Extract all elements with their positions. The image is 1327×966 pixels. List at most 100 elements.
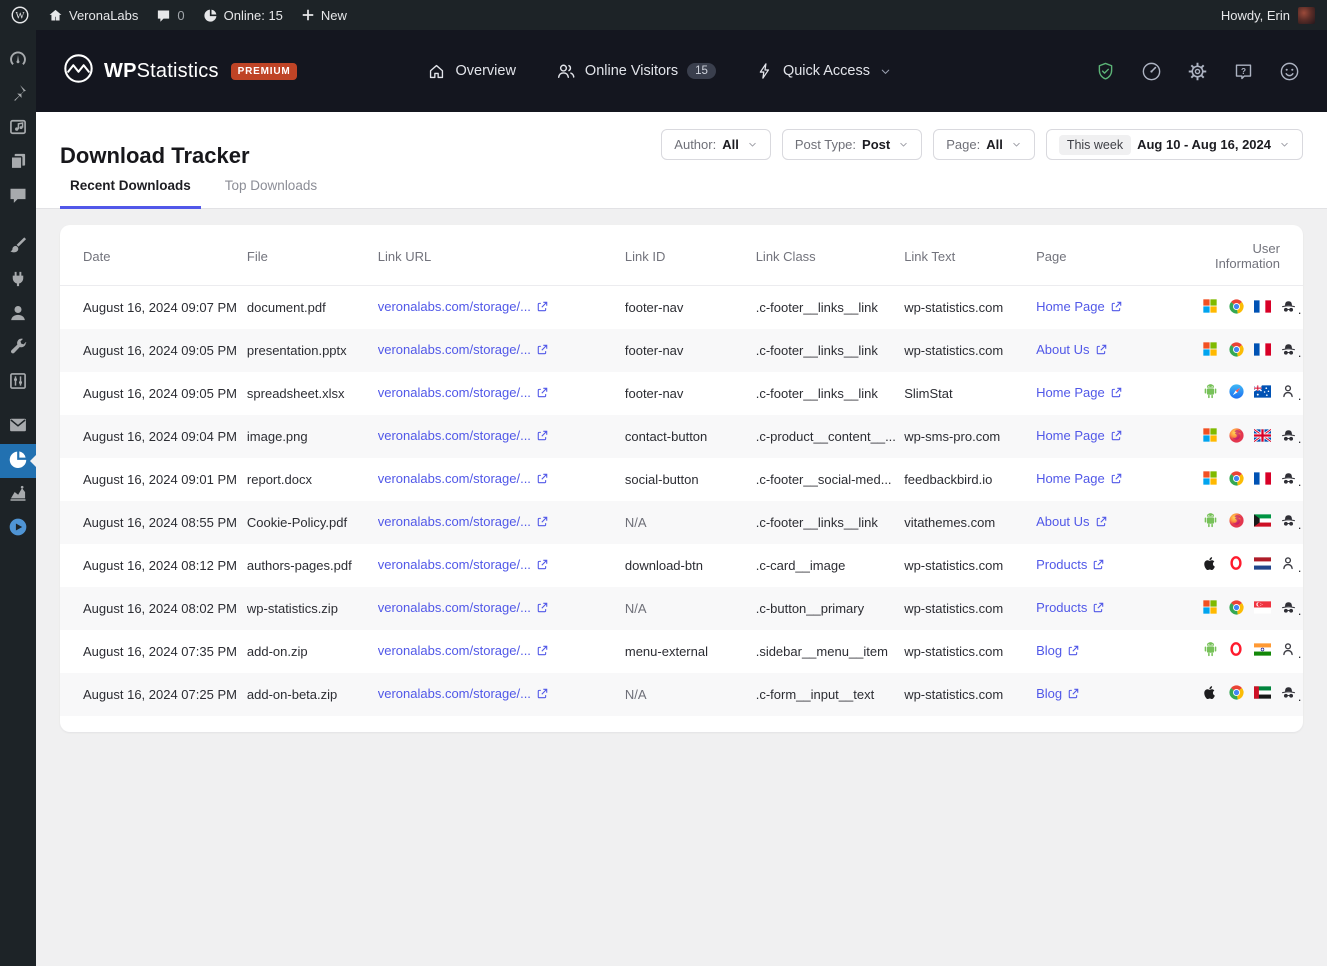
external-link-icon[interactable] (536, 687, 549, 703)
gauge-meter-icon[interactable] (1141, 61, 1162, 82)
incognito-icon[interactable] (1280, 341, 1297, 358)
chrome-browser-icon[interactable] (1228, 599, 1245, 616)
link-url-link[interactable]: veronalabs.com/storage/... (378, 557, 531, 572)
chrome-browser-icon[interactable] (1228, 298, 1245, 315)
link-url-link[interactable]: veronalabs.com/storage/... (378, 686, 531, 701)
tab-recent-downloads[interactable]: Recent Downloads (60, 178, 201, 209)
firefox-browser-icon[interactable] (1228, 427, 1245, 444)
android-os-icon[interactable] (1202, 641, 1219, 658)
sidebar-item-wp-statistics[interactable] (0, 444, 36, 478)
android-os-icon[interactable] (1202, 383, 1219, 400)
shield-check-icon[interactable] (1095, 61, 1116, 82)
opera-browser-icon[interactable] (1228, 555, 1245, 572)
chrome-browser-icon[interactable] (1228, 470, 1245, 487)
safari-browser-icon[interactable] (1228, 383, 1245, 400)
sidebar-item-comments[interactable] (0, 180, 36, 214)
sidebar-item-mail[interactable] (0, 410, 36, 444)
netherlands-flag-icon[interactable] (1254, 555, 1272, 572)
singapore-flag-icon[interactable] (1254, 599, 1272, 616)
sidebar-item-appearance[interactable] (0, 230, 36, 264)
nav-item-online-visitors[interactable]: Online Visitors 15 (556, 61, 716, 81)
uae-flag-icon[interactable] (1254, 684, 1272, 701)
page-link[interactable]: About Us (1036, 514, 1089, 529)
link-url-link[interactable]: veronalabs.com/storage/... (378, 600, 531, 615)
sidebar-item-dashboard[interactable] (0, 44, 36, 78)
windows-os-icon[interactable] (1202, 599, 1219, 616)
link-url-link[interactable]: veronalabs.com/storage/... (378, 514, 531, 529)
page-link[interactable]: Blog (1036, 686, 1062, 701)
nav-item-quick-access[interactable]: Quick Access (756, 62, 892, 80)
external-link-icon[interactable] (1092, 601, 1105, 617)
external-link-icon[interactable] (536, 472, 549, 488)
external-link-icon[interactable] (1092, 558, 1105, 574)
incognito-icon[interactable] (1280, 684, 1297, 701)
external-link-icon[interactable] (1095, 343, 1108, 359)
external-link-icon[interactable] (1095, 515, 1108, 531)
incognito-icon[interactable] (1280, 427, 1297, 444)
sidebar-item-plugins[interactable] (0, 264, 36, 298)
external-link-icon[interactable] (1067, 687, 1080, 703)
wordpress-logo-icon[interactable]: W (10, 5, 30, 25)
windows-os-icon[interactable] (1202, 341, 1219, 358)
page-link[interactable]: Products (1036, 557, 1087, 572)
page-link[interactable]: About Us (1036, 342, 1089, 357)
external-link-icon[interactable] (1110, 386, 1123, 402)
windows-os-icon[interactable] (1202, 298, 1219, 315)
page-filter[interactable]: Page: All (933, 129, 1035, 160)
nav-item-overview[interactable]: Overview (427, 62, 516, 81)
apple-os-icon[interactable] (1202, 684, 1219, 701)
incognito-icon[interactable] (1280, 298, 1297, 315)
new-menu-item[interactable]: New (301, 8, 347, 23)
france-flag-icon[interactable] (1254, 298, 1272, 315)
link-url-link[interactable]: veronalabs.com/storage/... (378, 428, 531, 443)
sidebar-item-analytics[interactable] (0, 478, 36, 512)
sidebar-item-pages[interactable] (0, 146, 36, 180)
author-filter[interactable]: Author: All (661, 129, 771, 160)
comments-menu-item[interactable]: 0 (156, 8, 185, 23)
link-url-link[interactable]: veronalabs.com/storage/... (378, 342, 531, 357)
date-range-filter[interactable]: This week Aug 10 - Aug 16, 2024 (1045, 129, 1303, 160)
page-link[interactable]: Blog (1036, 643, 1062, 658)
sidebar-item-posts[interactable] (0, 78, 36, 112)
kuwait-flag-icon[interactable] (1254, 512, 1272, 529)
android-os-icon[interactable] (1202, 512, 1219, 529)
firefox-browser-icon[interactable] (1228, 512, 1245, 529)
external-link-icon[interactable] (536, 644, 549, 660)
external-link-icon[interactable] (1110, 472, 1123, 488)
australia-flag-icon[interactable] (1254, 383, 1272, 400)
link-url-link[interactable]: veronalabs.com/storage/... (378, 299, 531, 314)
sidebar-item-media[interactable] (0, 112, 36, 146)
external-link-icon[interactable] (536, 601, 549, 617)
page-link[interactable]: Home Page (1036, 471, 1105, 486)
sidebar-item-tools[interactable] (0, 332, 36, 366)
external-link-icon[interactable] (536, 343, 549, 359)
uk-flag-icon[interactable] (1254, 427, 1272, 444)
page-link[interactable]: Products (1036, 600, 1087, 615)
windows-os-icon[interactable] (1202, 427, 1219, 444)
page-link[interactable]: Home Page (1036, 299, 1105, 314)
sidebar-item-tutorials[interactable] (0, 512, 36, 546)
chrome-browser-icon[interactable] (1228, 341, 1245, 358)
site-menu-item[interactable]: VeronaLabs (48, 8, 138, 23)
link-url-link[interactable]: veronalabs.com/storage/... (378, 385, 531, 400)
tab-top-downloads[interactable]: Top Downloads (215, 178, 327, 209)
external-link-icon[interactable] (536, 429, 549, 445)
page-link[interactable]: Home Page (1036, 385, 1105, 400)
external-link-icon[interactable] (536, 515, 549, 531)
person-icon[interactable] (1280, 641, 1297, 658)
incognito-icon[interactable] (1280, 599, 1297, 616)
chrome-browser-icon[interactable] (1228, 684, 1245, 701)
opera-browser-icon[interactable] (1228, 641, 1245, 658)
apple-os-icon[interactable] (1202, 555, 1219, 572)
external-link-icon[interactable] (536, 300, 549, 316)
person-icon[interactable] (1280, 555, 1297, 572)
page-link[interactable]: Home Page (1036, 428, 1105, 443)
external-link-icon[interactable] (1067, 644, 1080, 660)
france-flag-icon[interactable] (1254, 470, 1272, 487)
smiley-icon[interactable] (1279, 61, 1300, 82)
online-menu-item[interactable]: Online: 15 (203, 8, 283, 23)
incognito-icon[interactable] (1280, 512, 1297, 529)
external-link-icon[interactable] (1110, 300, 1123, 316)
account-menu-item[interactable]: Howdy, Erin (1221, 6, 1327, 24)
external-link-icon[interactable] (1110, 429, 1123, 445)
